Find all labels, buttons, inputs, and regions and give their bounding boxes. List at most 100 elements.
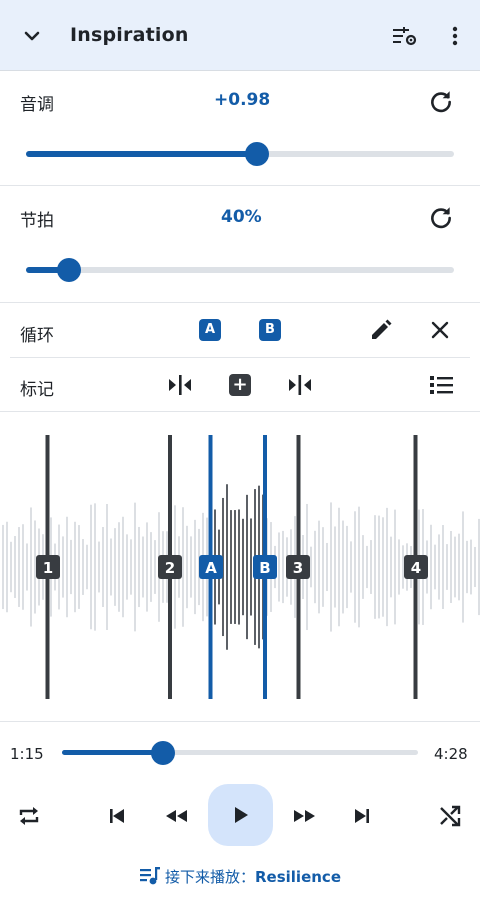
fast-forward-icon[interactable] (291, 806, 317, 826)
waveform-bar (230, 510, 232, 624)
pitch-label: 音调 (20, 95, 54, 115)
add-marker-button[interactable]: + (229, 374, 251, 396)
waveform-bar (190, 536, 192, 598)
pitch-slider[interactable] (26, 142, 454, 166)
waveform-bar (430, 524, 432, 610)
loop-b-button[interactable]: B (259, 319, 281, 341)
loop-a-marker-label: A (205, 559, 217, 577)
loop-b-marker-label: B (259, 559, 270, 577)
marker-list-icon[interactable] (430, 375, 454, 395)
up-next[interactable]: 接下来播放：Resilience (0, 866, 480, 887)
waveform-bar (370, 540, 372, 594)
waveform[interactable]: 1 2 A B 3 4 (0, 413, 480, 721)
close-icon[interactable] (430, 320, 450, 340)
chevron-down-icon[interactable] (20, 24, 44, 48)
shuffle-icon[interactable] (438, 804, 462, 828)
waveform-bar (454, 536, 456, 598)
waveform-bar (86, 544, 88, 590)
waveform-bar (62, 536, 64, 598)
tempo-slider[interactable] (26, 258, 454, 282)
skip-previous-icon[interactable] (107, 806, 127, 826)
waveform-bar (382, 517, 384, 617)
pitch-slider-fill (26, 151, 258, 157)
tune-settings-icon[interactable] (392, 24, 418, 48)
markers-label: 标记 (20, 380, 54, 400)
rewind-icon[interactable] (164, 806, 190, 826)
waveform-bar (390, 536, 392, 598)
waveform-bar (446, 544, 448, 590)
waveform-bar (146, 522, 148, 612)
playback-slider-fill (62, 750, 164, 755)
waveform-bar (138, 526, 140, 608)
previous-marker-icon[interactable] (168, 374, 192, 396)
play-icon (235, 807, 248, 823)
waveform-bar (142, 536, 144, 598)
loop-a-marker[interactable]: A (199, 435, 223, 699)
waveform-bar (398, 539, 400, 595)
loop-a-button[interactable]: A (199, 319, 221, 341)
divider (0, 185, 480, 186)
waveform-bar (126, 534, 128, 600)
waveform-bar (122, 516, 124, 618)
waveform-bar (150, 532, 152, 602)
waveform-bar (94, 503, 96, 631)
marker-3[interactable]: 3 (286, 435, 310, 699)
waveform-bar (434, 544, 436, 590)
marker-2[interactable]: 2 (158, 435, 182, 699)
repeat-icon[interactable] (17, 804, 41, 828)
waveform-bar (442, 525, 444, 609)
waveform-bar (366, 545, 368, 589)
track-title: Inspiration (70, 24, 189, 46)
waveform-bar (310, 546, 312, 588)
waveform-bar (238, 509, 240, 625)
up-next-prefix: 接下来播放： (164, 868, 255, 886)
top-bar: Inspiration (0, 0, 480, 71)
playback-slider-thumb[interactable] (151, 740, 176, 765)
waveform-bar (186, 525, 188, 609)
marker-1-label: 1 (43, 559, 53, 577)
waveform-bar (70, 539, 72, 595)
waveform-bar (466, 540, 468, 594)
tempo-value: 40% (221, 207, 262, 227)
waveform-bar (334, 526, 336, 608)
waveform-bar (394, 509, 396, 625)
reset-pitch-icon[interactable] (428, 88, 454, 114)
pitch-value: +0.98 (214, 90, 271, 110)
divider (0, 411, 480, 412)
waveform-bar (462, 511, 464, 623)
loop-b-marker[interactable]: B (253, 435, 277, 699)
marker-2-label: 2 (165, 559, 175, 577)
more-vert-icon[interactable] (446, 24, 464, 48)
loop-label: 循环 (20, 326, 54, 346)
waveform-bar (26, 543, 28, 591)
waveform-bar (350, 541, 352, 593)
waveform-bar (322, 527, 324, 607)
waveform-bar (34, 520, 36, 614)
edit-pencil-icon[interactable] (369, 318, 393, 342)
waveform-bar (18, 527, 20, 607)
waveform-bar (110, 538, 112, 596)
waveform-bar (98, 541, 100, 593)
waveform-bar (374, 515, 376, 619)
waveform-bar (118, 522, 120, 612)
next-marker-icon[interactable] (288, 374, 312, 396)
waveform-bar (278, 532, 280, 602)
playback-slider[interactable] (62, 740, 418, 765)
elapsed-time: 1:15 (10, 745, 44, 763)
tempo-slider-thumb[interactable] (56, 258, 81, 282)
waveform-bar (246, 494, 248, 640)
waveform-bar (354, 511, 356, 623)
skip-next-icon[interactable] (352, 806, 372, 826)
waveform-bar (250, 518, 252, 616)
waveform-bar (282, 530, 284, 604)
marker-1[interactable]: 1 (36, 435, 60, 699)
marker-4-label: 4 (411, 559, 421, 577)
waveform-bar (182, 507, 184, 627)
waveform-bar (82, 539, 84, 595)
reset-tempo-icon[interactable] (428, 204, 454, 230)
marker-4[interactable]: 4 (404, 435, 428, 699)
waveform-bar (470, 539, 472, 595)
up-next-track: Resilience (255, 868, 341, 886)
pitch-slider-thumb[interactable] (245, 142, 270, 166)
play-button[interactable] (208, 784, 273, 846)
